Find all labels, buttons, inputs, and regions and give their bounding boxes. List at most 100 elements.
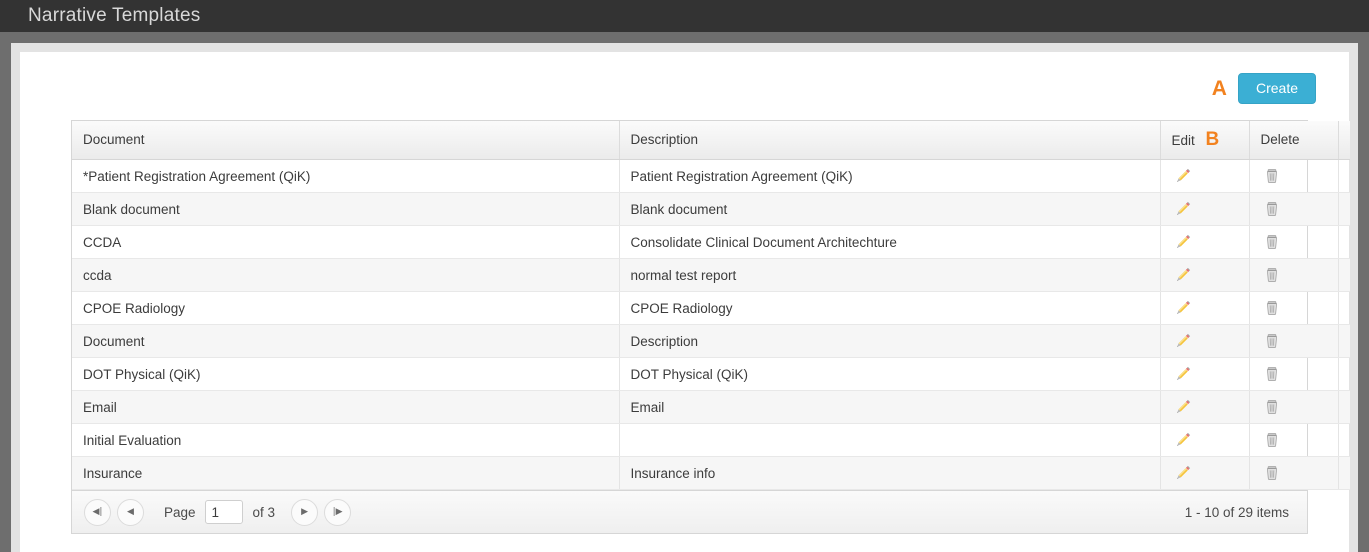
table-row[interactable]: Email Email — [72, 390, 1350, 424]
cell-document: DOT Physical (QiK) — [72, 357, 620, 391]
cell-document: CPOE Radiology — [72, 291, 620, 325]
pencil-icon[interactable] — [1174, 266, 1192, 284]
column-header-description[interactable]: Description — [619, 121, 1161, 160]
cell-delete — [1249, 324, 1339, 358]
cell-document: Initial Evaluation — [72, 423, 620, 457]
page-number-input[interactable] — [204, 500, 243, 524]
page-label: Page — [164, 504, 196, 520]
cell-edit — [1160, 258, 1250, 292]
trash-icon[interactable] — [1263, 431, 1281, 449]
column-header-edit-label: Edit — [1171, 133, 1195, 148]
pencil-icon[interactable] — [1174, 398, 1192, 416]
page-title: Narrative Templates — [28, 5, 201, 26]
pencil-icon[interactable] — [1174, 299, 1192, 317]
create-button[interactable]: Create — [1237, 73, 1316, 104]
cell-description: Consolidate Clinical Document Architecht… — [619, 225, 1161, 259]
last-page-icon[interactable]: |▶ — [324, 498, 352, 526]
pencil-icon[interactable] — [1174, 431, 1192, 449]
column-header-delete[interactable]: Delete — [1249, 121, 1339, 160]
trash-icon[interactable] — [1263, 299, 1281, 317]
trash-icon[interactable] — [1263, 332, 1281, 350]
cell-document: *Patient Registration Agreement (QiK) — [72, 159, 620, 193]
trash-icon[interactable] — [1263, 200, 1281, 218]
table-row[interactable]: CCDA Consolidate Clinical Document Archit… — [72, 225, 1350, 259]
trash-icon[interactable] — [1263, 266, 1281, 284]
pencil-icon[interactable] — [1174, 365, 1192, 383]
cell-scroll-gutter — [1338, 225, 1350, 259]
cell-scroll-gutter — [1338, 258, 1350, 292]
cell-document: Document — [72, 324, 620, 358]
cell-edit — [1160, 357, 1250, 391]
trash-icon[interactable] — [1263, 233, 1281, 251]
column-header-description-label: Description — [630, 132, 699, 147]
pencil-icon[interactable] — [1174, 167, 1192, 185]
column-header-document[interactable]: Document — [72, 121, 620, 160]
cell-description: Email — [619, 390, 1161, 424]
column-header-document-label: Document — [83, 132, 145, 147]
cell-edit — [1160, 324, 1250, 358]
cell-description: CPOE Radiology — [619, 291, 1161, 325]
table-row[interactable]: ccda normal test report — [72, 258, 1350, 292]
cell-delete — [1249, 357, 1339, 391]
annotation-label-a: A — [1211, 77, 1227, 100]
cell-description: Blank document — [619, 192, 1161, 226]
trash-icon[interactable] — [1263, 167, 1281, 185]
cell-delete — [1249, 159, 1339, 193]
column-header-edit[interactable]: Edit B — [1160, 121, 1250, 160]
cell-document: Blank document — [72, 192, 620, 226]
cell-document: Email — [72, 390, 620, 424]
grid-toolbar: A Create — [20, 52, 1349, 104]
window-chrome-outer: A Create Document Description Edit B Del… — [0, 32, 1369, 552]
table-row[interactable]: Insurance Insurance info — [72, 456, 1350, 490]
trash-icon[interactable] — [1263, 464, 1281, 482]
table-row[interactable]: CPOE Radiology CPOE Radiology — [72, 291, 1350, 325]
pencil-icon[interactable] — [1174, 233, 1192, 251]
cell-scroll-gutter — [1338, 423, 1350, 457]
trash-icon[interactable] — [1263, 398, 1281, 416]
previous-page-icon[interactable]: ◀ — [117, 498, 144, 526]
pencil-icon[interactable] — [1174, 332, 1192, 350]
table-header-row: Document Description Edit B Delete — [72, 121, 1350, 160]
cell-edit — [1160, 159, 1250, 193]
cell-edit — [1160, 423, 1250, 457]
column-header-delete-label: Delete — [1260, 132, 1300, 147]
cell-delete — [1249, 225, 1339, 259]
cell-delete — [1249, 423, 1339, 457]
pencil-icon[interactable] — [1174, 464, 1192, 482]
cell-document: ccda — [72, 258, 620, 292]
cell-description: Description — [619, 324, 1161, 358]
cell-scroll-gutter — [1338, 324, 1350, 358]
page-content-surface: A Create Document Description Edit B Del… — [20, 52, 1350, 552]
cell-scroll-gutter — [1338, 192, 1350, 226]
cell-delete — [1249, 390, 1339, 424]
cell-document: Insurance — [72, 456, 620, 490]
templates-table: Document Description Edit B Delete *Pati… — [72, 121, 1350, 490]
cell-edit — [1160, 192, 1250, 226]
annotation-label-b: B — [1205, 129, 1220, 150]
table-row[interactable]: DOT Physical (QiK) DOT Physical (QiK) — [72, 357, 1350, 391]
cell-edit — [1160, 225, 1250, 259]
cell-scroll-gutter — [1338, 291, 1350, 325]
cell-description: Insurance info — [619, 456, 1161, 490]
table-row[interactable]: Document Description — [72, 324, 1350, 358]
trash-icon[interactable] — [1263, 365, 1281, 383]
table-body: *Patient Registration Agreement (QiK) Pat… — [72, 159, 1350, 490]
cell-scroll-gutter — [1338, 159, 1350, 193]
next-page-icon[interactable]: ▶ — [291, 498, 319, 526]
cell-description: Patient Registration Agreement (QiK) — [619, 159, 1161, 193]
grid-pager: ◀| ◀ Page of 3 ▶ |▶ 1 - 10 of 29 items — [72, 490, 1307, 533]
table-row[interactable]: *Patient Registration Agreement (QiK) Pat… — [72, 159, 1350, 193]
table-row[interactable]: Initial Evaluation — [72, 423, 1350, 457]
table-header: Document Description Edit B Delete — [72, 121, 1350, 160]
window-chrome-inner: A Create Document Description Edit B Del… — [11, 43, 1358, 552]
cell-edit — [1160, 456, 1250, 490]
cell-edit — [1160, 390, 1250, 424]
cell-document: CCDA — [72, 225, 620, 259]
cell-delete — [1249, 258, 1339, 292]
first-page-icon[interactable]: ◀| — [84, 498, 111, 526]
cell-scroll-gutter — [1338, 357, 1350, 391]
table-row[interactable]: Blank document Blank document — [72, 192, 1350, 226]
total-pages-label: of 3 — [252, 504, 276, 520]
column-header-scroll-gutter — [1338, 121, 1350, 160]
pencil-icon[interactable] — [1174, 200, 1192, 218]
